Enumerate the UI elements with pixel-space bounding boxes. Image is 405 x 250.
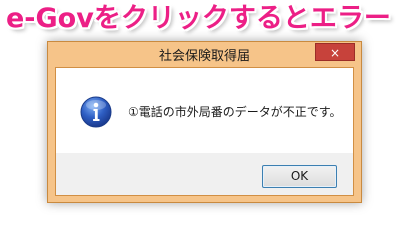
info-icon [80, 96, 112, 128]
dialog-body: ①電話の市外局番のデータが不正です。 OK [55, 67, 354, 196]
ok-button[interactable]: OK [262, 165, 337, 188]
message-area: ①電話の市外局番のデータが不正です。 [56, 68, 353, 153]
error-message: ①電話の市外局番のデータが不正です。 [128, 105, 342, 119]
banner-caption: e-Govをクリックするとエラー [6, 3, 391, 34]
dialog-titlebar[interactable]: 社会保険取得届 × [48, 42, 361, 66]
close-button[interactable]: × [315, 43, 355, 61]
message-dialog: 社会保険取得届 × ①電話の市外局番のデータが不正です。 OK [47, 41, 362, 203]
